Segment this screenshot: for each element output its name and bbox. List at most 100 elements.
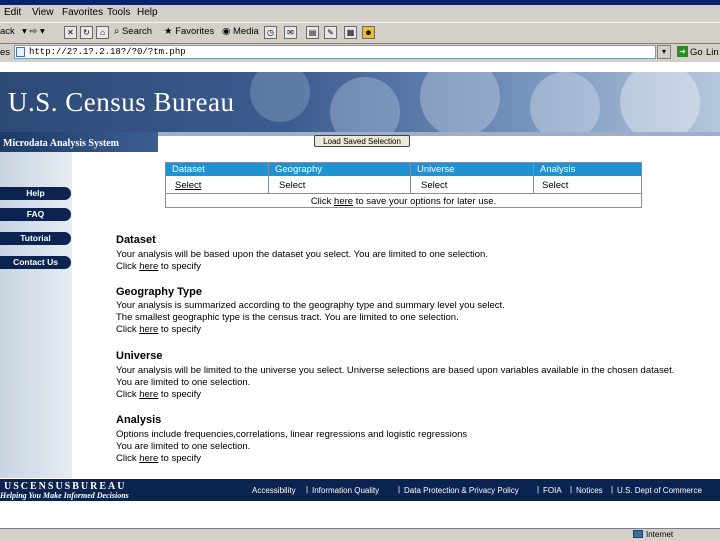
browser-toolbar: ack ▾ ⇨ ▾ ✕ ↻ ⌂ ⌕ Search ★ Favorites ◉ M… [0, 23, 720, 44]
footer-link-accessibility[interactable]: Accessibility [252, 486, 296, 495]
back-dropdown-icon[interactable]: ▾ ⇨ ▾ [22, 26, 45, 37]
edit-icon[interactable]: ✎ [324, 26, 337, 39]
table-divider [268, 163, 269, 193]
favorites-label: Favorites [175, 26, 215, 37]
save-note-prefix: Click [310, 196, 332, 207]
geography-here-link[interactable]: here [139, 324, 158, 335]
click-prefix: Click [116, 261, 137, 272]
section-text: The smallest geographic type is the cens… [116, 312, 459, 323]
history-icon[interactable]: ◷ [264, 26, 277, 39]
footer-link-information-quality[interactable]: Information Quality [312, 486, 379, 495]
save-options-note: Click here to save your options for late… [166, 196, 641, 207]
click-suffix: to specify [160, 324, 202, 335]
page-top-gap [0, 62, 720, 72]
header-dataset: Dataset [166, 163, 268, 176]
browser-status-bar [0, 528, 720, 541]
address-input[interactable]: http://2?.1?.2.18?/?0/?tm.php [14, 45, 656, 59]
section-text: Your analysis will be based upon the dat… [116, 249, 488, 260]
sidebar-item-help[interactable]: Help [0, 187, 71, 200]
favorites-button[interactable]: ★ Favorites [164, 26, 214, 37]
click-prefix: Click [116, 389, 137, 400]
footer-separator: | [570, 485, 573, 494]
print-icon[interactable]: ▤ [306, 26, 319, 39]
load-saved-selection-button[interactable]: Load Saved Selection [314, 135, 410, 147]
stop-icon[interactable]: ✕ [64, 26, 77, 39]
universe-select[interactable]: Select [421, 180, 447, 191]
section-text: Your analysis will be limited to the uni… [116, 365, 675, 376]
section-click-line: Click here to specify [116, 261, 201, 272]
sidebar-item-contact-us[interactable]: Contact Us [0, 256, 71, 269]
footer-link-foia[interactable]: FOIA [543, 486, 562, 495]
banner-title: U.S. Census Bureau [8, 87, 235, 117]
analysis-select[interactable]: Select [542, 180, 568, 191]
section-click-line: Click here to specify [116, 324, 201, 335]
media-button[interactable]: ◉ Media [222, 26, 259, 37]
page-icon [16, 47, 25, 57]
dataset-select-link[interactable]: Select [175, 180, 201, 191]
footer-link-dept-commerce[interactable]: U.S. Dept of Commerce [617, 486, 702, 495]
menu-edit[interactable]: Edit [4, 7, 21, 18]
links-label[interactable]: Lin [706, 47, 719, 58]
refresh-icon[interactable]: ↻ [80, 26, 93, 39]
save-note-suffix: to save your options for later use. [355, 196, 497, 207]
media-label: Media [232, 26, 259, 37]
dataset-here-link[interactable]: here [139, 261, 158, 272]
address-dropdown-icon[interactable]: ▾ [657, 45, 671, 59]
menu-help[interactable]: Help [137, 7, 158, 18]
footer-link-notices[interactable]: Notices [576, 486, 603, 495]
sidebar-item-tutorial[interactable]: Tutorial [0, 232, 71, 245]
menu-favorites[interactable]: Favorites [62, 7, 103, 18]
footer-separator: | [537, 485, 540, 494]
footer-tagline: Helping You Make Informed Decisions [0, 491, 129, 500]
section-heading-dataset: Dataset [116, 234, 156, 246]
search-button[interactable]: ⌕ Search [114, 26, 152, 37]
section-text: Options include frequencies,correlations… [116, 429, 468, 440]
click-suffix: to specify [160, 389, 202, 400]
click-prefix: Click [116, 453, 137, 464]
header-analysis: Analysis [534, 163, 641, 176]
section-click-line: Click here to specify [116, 453, 201, 464]
footer-link-privacy-policy[interactable]: Data Protection & Privacy Policy [404, 486, 519, 495]
back-button[interactable]: ack [0, 26, 15, 37]
table-row-divider [166, 193, 641, 194]
section-text: You are limited to one selection. [116, 441, 251, 452]
section-heading-geography-type: Geography Type [116, 286, 202, 298]
section-text: Your analysis is summarized according to… [116, 300, 505, 311]
status-zone-label: Internet [646, 530, 674, 539]
discuss-icon[interactable]: ▦ [344, 26, 357, 39]
section-text: You are limited to one selection. [116, 377, 251, 388]
menu-bar: Edit View Favorites Tools Help [0, 5, 720, 23]
footer-separator: | [398, 485, 401, 494]
search-label: Search [121, 26, 153, 37]
footer-separator: | [306, 485, 309, 494]
go-arrow-icon[interactable]: ➜ [677, 46, 688, 57]
subtitle-label: Microdata Analysis System [3, 138, 119, 149]
banner-photo-shape [620, 72, 700, 132]
header-universe: Universe [411, 163, 533, 176]
click-prefix: Click [116, 324, 137, 335]
menu-view[interactable]: View [32, 7, 54, 18]
banner-photo-shape [250, 72, 310, 122]
universe-here-link[interactable]: here [139, 389, 158, 400]
internet-zone-icon [633, 530, 643, 538]
banner-photo-shape [530, 72, 600, 132]
click-suffix: to specify [160, 453, 202, 464]
click-suffix: to specify [160, 261, 202, 272]
banner-photo-shape [420, 72, 500, 132]
messenger-icon[interactable]: ☻ [362, 26, 375, 39]
subtitle-bar-tail [158, 132, 720, 136]
mail-icon[interactable]: ✉ [284, 26, 297, 39]
address-label: es [0, 47, 11, 58]
go-button[interactable]: Go [690, 47, 703, 58]
menu-tools[interactable]: Tools [107, 7, 130, 18]
home-icon[interactable]: ⌂ [96, 26, 109, 39]
save-options-link[interactable]: here [334, 196, 353, 207]
table-divider [533, 163, 534, 193]
section-heading-analysis: Analysis [116, 414, 162, 426]
geography-select[interactable]: Select [279, 180, 305, 191]
sidebar-item-faq[interactable]: FAQ [0, 208, 71, 221]
footer-separator: | [611, 485, 614, 494]
banner-photo-shape [330, 77, 400, 132]
analysis-here-link[interactable]: here [139, 453, 158, 464]
left-sidebar [0, 152, 72, 478]
